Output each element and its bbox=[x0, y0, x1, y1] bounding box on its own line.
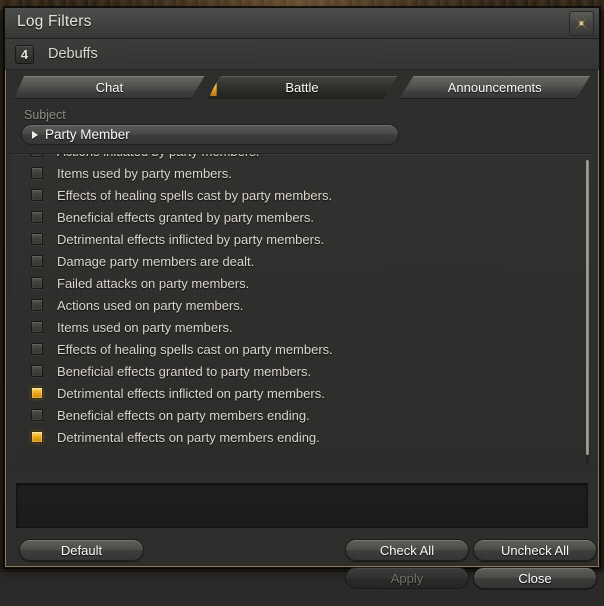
filter-row[interactable]: Effects of healing spells cast on party … bbox=[11, 338, 593, 360]
close-icon[interactable] bbox=[569, 11, 594, 36]
filter-row[interactable]: Detrimental effects on party members end… bbox=[11, 426, 593, 448]
filter-row-label: Effects of healing spells cast by party … bbox=[57, 188, 332, 203]
default-button[interactable]: Default bbox=[19, 539, 144, 561]
subject-label: Subject bbox=[24, 108, 599, 122]
filter-row[interactable]: Actions initiated by party members. bbox=[11, 153, 593, 162]
filter-list: Actions initiated by party members. Items… bbox=[11, 153, 593, 473]
checkbox-unchecked-icon[interactable] bbox=[31, 233, 43, 245]
tab-battle-label: Battle bbox=[285, 80, 318, 95]
active-tab-marker-icon bbox=[210, 81, 217, 96]
checkbox-unchecked-icon[interactable] bbox=[31, 365, 43, 377]
filter-row[interactable]: Actions used on party members. bbox=[11, 294, 593, 316]
filter-group-header: 4 Debuffs bbox=[5, 39, 599, 70]
checkbox-unchecked-icon[interactable] bbox=[31, 255, 43, 267]
filter-row[interactable]: Damage party members are dealt. bbox=[11, 250, 593, 272]
subject-selected-value: Party Member bbox=[45, 127, 130, 142]
caret-right-icon bbox=[32, 131, 38, 139]
check-all-button[interactable]: Check All bbox=[345, 539, 469, 561]
checkbox-unchecked-icon[interactable] bbox=[31, 167, 43, 179]
filter-row-label: Beneficial effects granted to party memb… bbox=[57, 364, 311, 379]
filter-row[interactable]: Detrimental effects inflicted by party m… bbox=[11, 228, 593, 250]
apply-button: Apply bbox=[345, 567, 469, 589]
checkbox-unchecked-icon[interactable] bbox=[31, 277, 43, 289]
filter-row-label: Effects of healing spells cast on party … bbox=[57, 342, 333, 357]
checkbox-unchecked-icon[interactable] bbox=[31, 153, 43, 157]
filter-row[interactable]: Detrimental effects inflicted on party m… bbox=[11, 382, 593, 404]
filter-group-badge: 4 bbox=[15, 45, 34, 64]
scrollbar-thumb[interactable] bbox=[586, 160, 589, 455]
filter-row-label: Items used on party members. bbox=[57, 320, 233, 335]
tab-chat[interactable]: Chat bbox=[14, 76, 205, 99]
filter-row[interactable]: Effects of healing spells cast by party … bbox=[11, 184, 593, 206]
filter-row[interactable]: Failed attacks on party members. bbox=[11, 272, 593, 294]
checkbox-unchecked-icon[interactable] bbox=[31, 343, 43, 355]
filter-row-label: Detrimental effects on party members end… bbox=[57, 430, 320, 445]
checkbox-unchecked-icon[interactable] bbox=[31, 321, 43, 333]
filter-row[interactable]: Items used on party members. bbox=[11, 316, 593, 338]
close-button[interactable]: Close bbox=[473, 567, 597, 589]
filter-row-label: Actions initiated by party members. bbox=[57, 153, 259, 159]
preview-panel bbox=[16, 483, 588, 528]
subject-dropdown[interactable]: Party Member bbox=[21, 124, 399, 145]
footer-buttons: Default Check All Uncheck All Apply Clos… bbox=[5, 536, 599, 606]
window-titlebar[interactable]: Log Filters bbox=[5, 8, 599, 39]
filter-row-label: Detrimental effects inflicted by party m… bbox=[57, 232, 324, 247]
checkbox-unchecked-icon[interactable] bbox=[31, 409, 43, 421]
filter-row[interactable]: Items used by party members. bbox=[11, 162, 593, 184]
filter-row-label: Beneficial effects granted by party memb… bbox=[57, 210, 314, 225]
filter-row-label: Failed attacks on party members. bbox=[57, 276, 249, 291]
checkbox-checked-icon[interactable] bbox=[31, 431, 43, 443]
filter-row-label: Items used by party members. bbox=[57, 166, 232, 181]
uncheck-all-button[interactable]: Uncheck All bbox=[473, 539, 597, 561]
filter-row-label: Damage party members are dealt. bbox=[57, 254, 254, 269]
window-title: Log Filters bbox=[17, 13, 92, 31]
filter-row-label: Detrimental effects inflicted on party m… bbox=[57, 386, 325, 401]
filter-list-scrollbar[interactable] bbox=[586, 160, 589, 465]
filter-row-label: Beneficial effects on party members endi… bbox=[57, 408, 310, 423]
filter-list-inner: Actions initiated by party members. Items… bbox=[11, 153, 593, 448]
log-filters-window: Log Filters 4 Debuffs Chat Battle Announ… bbox=[4, 7, 600, 568]
tab-battle[interactable]: Battle bbox=[207, 76, 398, 99]
checkbox-checked-icon[interactable] bbox=[31, 387, 43, 399]
checkbox-unchecked-icon[interactable] bbox=[31, 299, 43, 311]
checkbox-unchecked-icon[interactable] bbox=[31, 211, 43, 223]
tab-announcements-label: Announcements bbox=[448, 80, 542, 95]
filter-row[interactable]: Beneficial effects granted by party memb… bbox=[11, 206, 593, 228]
tab-bar: Chat Battle Announcements bbox=[14, 76, 590, 102]
filter-row[interactable]: Beneficial effects granted to party memb… bbox=[11, 360, 593, 382]
filter-group-title: Debuffs bbox=[48, 46, 98, 62]
filter-row[interactable]: Beneficial effects on party members endi… bbox=[11, 404, 593, 426]
filter-row-label: Actions used on party members. bbox=[57, 298, 243, 313]
checkbox-unchecked-icon[interactable] bbox=[31, 189, 43, 201]
tab-announcements[interactable]: Announcements bbox=[399, 76, 590, 99]
tab-chat-label: Chat bbox=[96, 80, 123, 95]
close-glyph bbox=[573, 15, 590, 32]
